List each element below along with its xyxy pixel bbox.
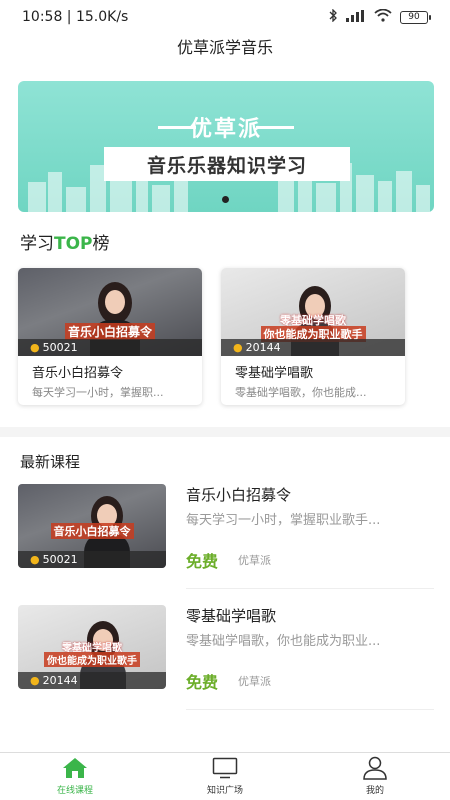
course-item[interactable]: 零基础学唱歌 你也能成为职业歌手 ● 20144 零基础学唱歌 零基础学唱歌，你也…: [0, 605, 450, 715]
section-divider: [0, 427, 450, 437]
flame-icon: ●: [30, 674, 40, 687]
course-description: 零基础学唱歌，你也能成为职业...: [186, 634, 381, 649]
nav-label: 我的: [365, 786, 384, 796]
flame-icon: ●: [30, 341, 40, 354]
card-subtitle: 每天学习一小时，掌握职...: [32, 386, 164, 399]
video-thumbnail: 音乐小白招募令 ● 50021: [18, 484, 166, 568]
top-section-title: 学习TOP榜: [20, 234, 110, 254]
status-time: 10:58 | 15.0K/s: [22, 9, 129, 25]
top-card[interactable]: 零基础学唱歌 你也能成为职业歌手 ● 20144 零基础学唱歌 零基础学唱歌，你也…: [221, 268, 405, 405]
user-icon: [362, 755, 388, 781]
nav-label: 知识广场: [206, 786, 243, 796]
course-author: 优草派: [238, 675, 271, 688]
course-item[interactable]: 音乐小白招募令 ● 50021 音乐小白招募令 每天学习一小时，掌握职业歌手...…: [0, 484, 450, 594]
video-thumbnail: 零基础学唱歌 你也能成为职业歌手 ● 20144: [221, 268, 405, 356]
course-title: 零基础学唱歌: [186, 607, 277, 625]
home-icon: [62, 755, 88, 781]
video-thumbnail: 音乐小白招募令 ● 50021: [18, 268, 202, 356]
video-thumbnail: 零基础学唱歌 你也能成为职业歌手 ● 20144: [18, 605, 166, 689]
bottom-nav: 在线课程 知识广场 我的: [0, 752, 450, 800]
view-count: ● 20144: [18, 672, 166, 689]
battery-icon: 90: [400, 10, 431, 24]
course-description: 每天学习一小时，掌握职业歌手...: [186, 513, 381, 528]
course-author: 优草派: [238, 554, 271, 567]
top-card[interactable]: 音乐小白招募令 ● 50021 音乐小白招募令 每天学习一小时，掌握职...: [18, 268, 202, 405]
card-title: 音乐小白招募令: [32, 366, 124, 381]
flame-icon: ●: [30, 553, 40, 566]
course-title: 音乐小白招募令: [186, 486, 292, 504]
course-price: 免费: [186, 673, 219, 692]
nav-tab-mine[interactable]: 我的: [300, 753, 450, 800]
status-bar: 10:58 | 15.0K/s 90: [0, 0, 450, 34]
view-count: ● 50021: [18, 339, 202, 356]
banner-carousel[interactable]: 优草派 音乐乐器知识学习: [18, 81, 434, 212]
nav-tab-online-courses[interactable]: 在线课程: [0, 753, 150, 800]
nav-tab-knowledge-square[interactable]: 知识广场: [150, 753, 300, 800]
nav-label: 在线课程: [56, 786, 93, 796]
view-count: ● 20144: [221, 339, 405, 356]
page-title: 优草派学音乐: [176, 38, 273, 57]
latest-section-title: 最新课程: [20, 453, 81, 471]
wifi-icon: [374, 8, 392, 25]
carousel-indicator: [222, 196, 229, 203]
banner-subtitle: 音乐乐器知识学习: [104, 147, 350, 181]
course-price: 免费: [186, 552, 219, 571]
flame-icon: ●: [233, 341, 243, 354]
card-subtitle: 零基础学唱歌，你也能成...: [235, 386, 367, 399]
view-count: ● 50021: [18, 551, 166, 568]
row-divider: [186, 709, 434, 710]
banner-brand: 优草派: [189, 117, 262, 142]
bluetooth-icon: [328, 8, 338, 25]
monitor-icon: [212, 755, 238, 781]
card-title: 零基础学唱歌: [235, 366, 314, 381]
row-divider: [186, 588, 434, 589]
status-icons: 90: [328, 8, 431, 25]
signal-icon: [346, 9, 366, 25]
